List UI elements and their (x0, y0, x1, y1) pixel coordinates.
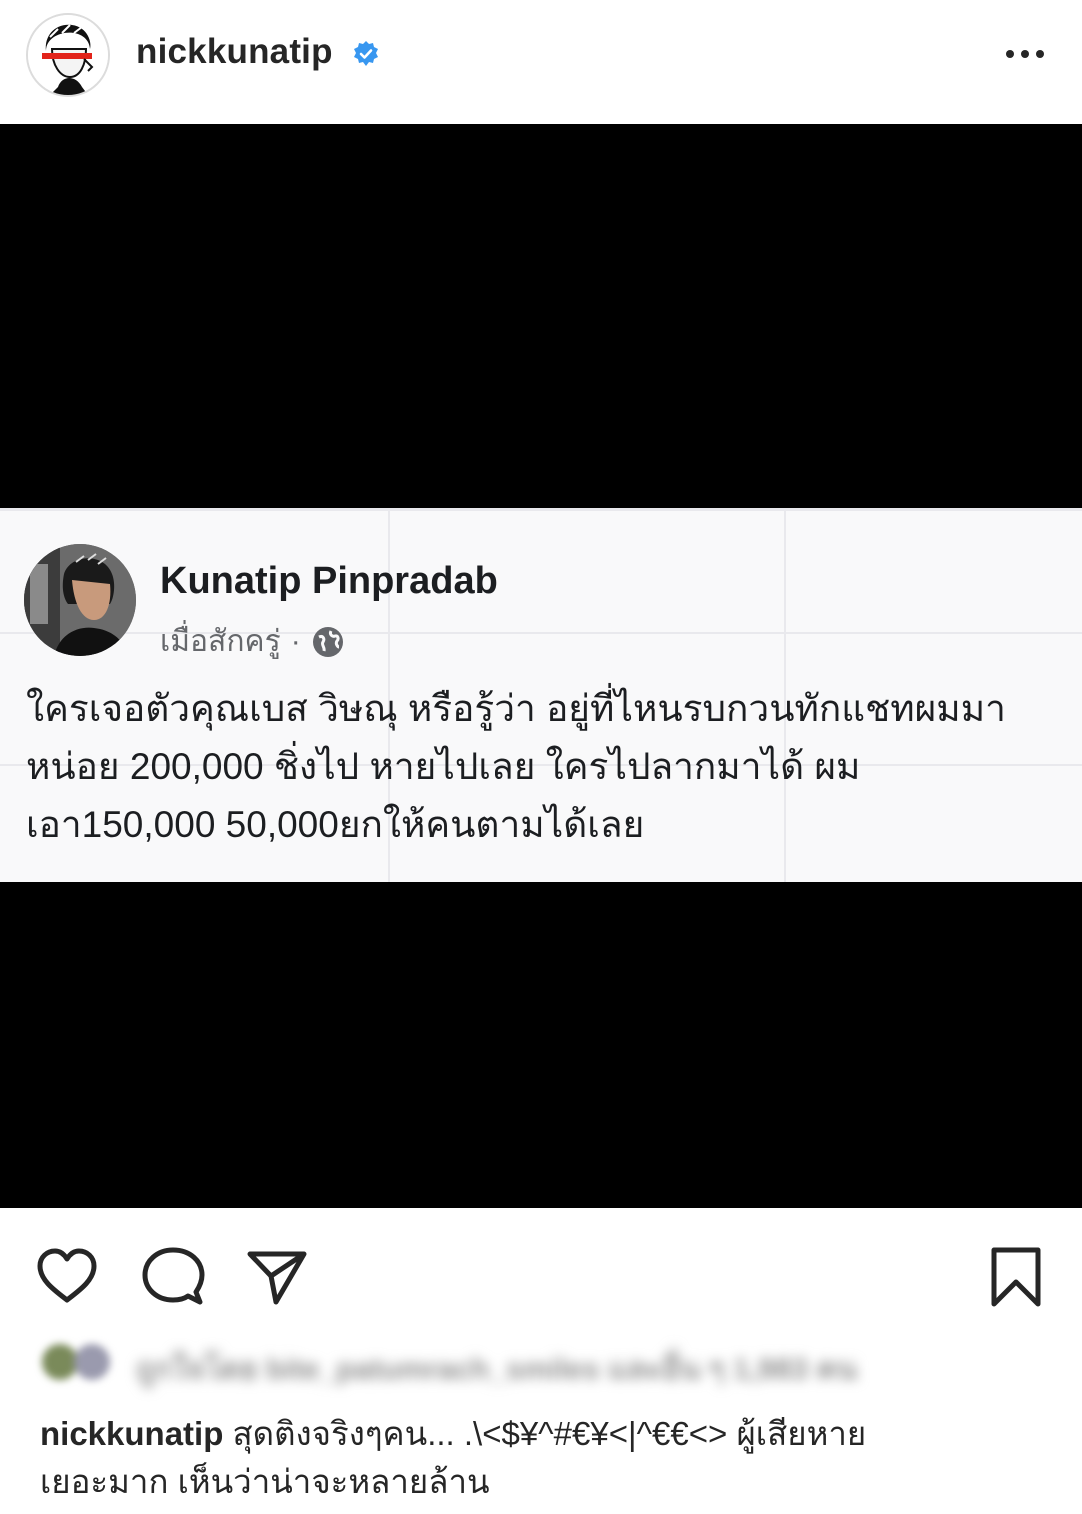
caption-text: สุดติงจริงๆคน... .\<$¥^#€¥<|^€€<> ผู้เสี… (223, 1415, 867, 1452)
facebook-timestamp: เมื่อสักครู่ (160, 625, 281, 658)
comment-icon[interactable] (140, 1244, 206, 1310)
facebook-author-name: Kunatip Pinpradab (160, 560, 498, 602)
likes-text[interactable]: ถูกใจโดย bite_patumrach_smiles และอื่น ๆ… (136, 1346, 857, 1393)
post-image[interactable]: Kunatip Pinpradab เมื่อสักครู่ · ใครเจอต… (0, 124, 1082, 1208)
post-text-line: ใครเจอตัวคุณเบส วิษณุ หรือรู้ว่า อยู่ที่… (26, 688, 1006, 729)
paper-plane-icon[interactable] (244, 1244, 310, 1310)
facebook-post-text: ใครเจอตัวคุณเบส วิษณุ หรือรู้ว่า อยู่ที่… (26, 680, 1071, 854)
likes-summary[interactable]: ถูกใจโดย bite_patumrach_smiles และอื่น ๆ… (40, 1338, 980, 1386)
facebook-post-meta: เมื่อสักครู่ · (160, 618, 345, 665)
post-caption: nickkunatip สุดติงจริงๆคน... .\<$¥^#€¥<|… (40, 1410, 1050, 1506)
post-text-line: เอา150,000 50,000ยกให้คนตามได้เลย (26, 804, 645, 845)
bookmark-icon[interactable] (984, 1244, 1050, 1310)
post-text-line: หน่อย 200,000 ชิ่งไป หายไปเลย ใครไปลากมา… (26, 746, 861, 787)
liker-avatars (40, 1342, 118, 1382)
globe-icon (312, 626, 343, 657)
header-username[interactable]: nickkunatip (136, 32, 333, 72)
verified-badge-icon (352, 40, 380, 68)
facebook-author-avatar (24, 544, 136, 656)
heart-icon[interactable] (34, 1244, 100, 1310)
facebook-post-screenshot: Kunatip Pinpradab เมื่อสักครู่ · ใครเจอต… (0, 508, 1082, 882)
post-header: nickkunatip (0, 0, 1082, 124)
caption-username[interactable]: nickkunatip (40, 1415, 223, 1452)
profile-avatar[interactable] (26, 13, 110, 97)
caption-text-line: เยอะมาก เห็นว่าน่าจะหลายล้าน (40, 1463, 490, 1500)
more-options-icon[interactable] (1000, 42, 1050, 66)
meta-separator: · (290, 624, 301, 658)
action-bar (0, 1208, 1082, 1328)
